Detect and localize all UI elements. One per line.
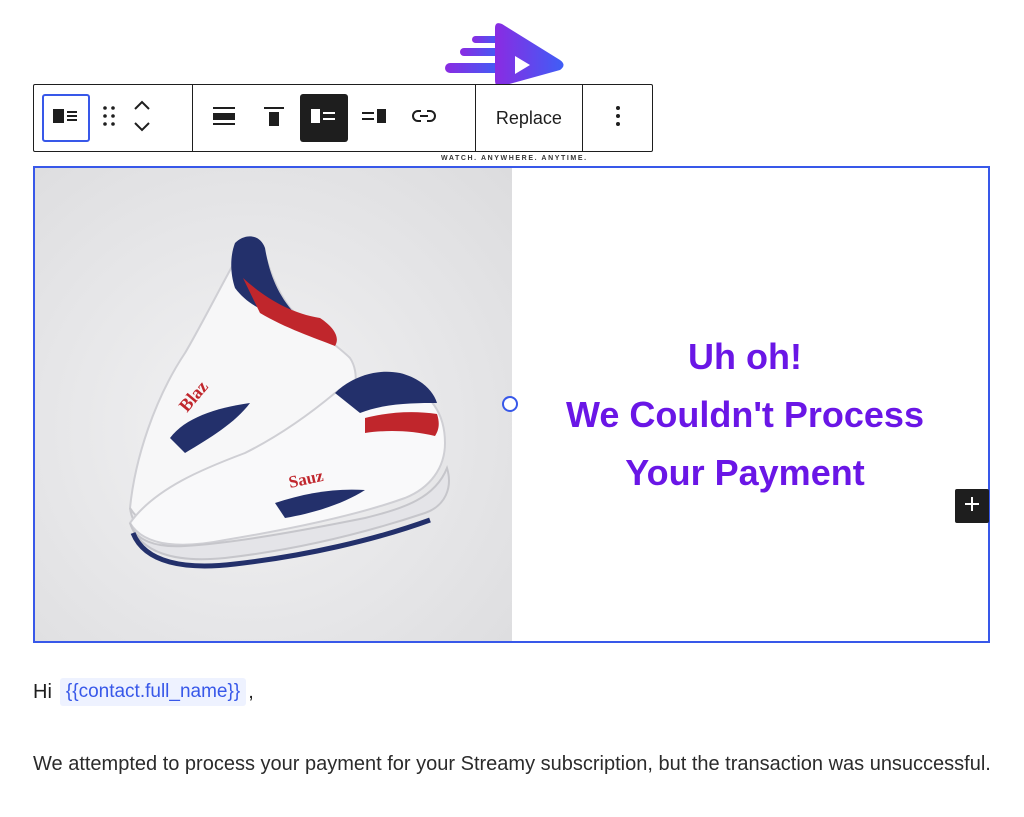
more-options-button[interactable]	[594, 94, 642, 142]
drag-handle[interactable]	[92, 94, 126, 142]
sneakers-image[interactable]: Blaz Sauz	[35, 168, 512, 641]
move-down-icon	[133, 120, 151, 138]
greeting-prefix: Hi	[33, 680, 52, 703]
media-text-block-button[interactable]	[42, 94, 90, 142]
merge-tag-contact-name[interactable]: {{contact.full_name}}	[59, 678, 247, 706]
greeting-suffix: ,	[248, 680, 254, 703]
more-options-icon	[615, 105, 621, 132]
move-up-button[interactable]	[133, 96, 151, 118]
align-icon	[212, 105, 236, 132]
media-on-right-icon	[361, 107, 387, 130]
heading-line-3: Your Payment	[625, 452, 865, 493]
vertical-align-button[interactable]	[250, 94, 298, 142]
move-buttons	[133, 96, 151, 140]
heading-line-1: Uh oh!	[688, 336, 802, 377]
move-up-icon	[133, 98, 151, 116]
move-down-button[interactable]	[133, 118, 151, 140]
align-button[interactable]	[200, 94, 248, 142]
resize-handle[interactable]	[502, 396, 518, 412]
block-toolbar: Replace	[33, 84, 653, 152]
toolbar-group-replace: Replace	[474, 85, 583, 151]
greeting-paragraph[interactable]: Hi {{contact.full_name}} ,	[33, 678, 254, 706]
media-text-block[interactable]: Blaz Sauz Uh oh! We Couldn't Process You…	[33, 166, 990, 643]
streamy-logo	[440, 18, 570, 88]
media-text-block-icon	[53, 107, 79, 130]
media-on-right-button[interactable]	[350, 94, 398, 142]
replace-button[interactable]: Replace	[484, 108, 574, 129]
heading-line-2: We Couldn't Process	[566, 394, 924, 435]
vertical-align-top-icon	[263, 105, 285, 132]
toolbar-group-layout	[191, 85, 475, 151]
drag-handle-icon	[102, 105, 116, 132]
toolbar-group-options	[582, 85, 652, 151]
link-icon	[411, 108, 437, 129]
body-paragraph[interactable]: We attempted to process your payment for…	[33, 745, 1003, 783]
add-block-button[interactable]	[955, 489, 989, 523]
payment-failed-heading[interactable]: Uh oh! We Couldn't Process Your Payment	[530, 328, 960, 502]
toolbar-group-block	[34, 85, 192, 151]
plus-icon	[964, 496, 980, 517]
media-on-left-button[interactable]	[299, 94, 348, 142]
logo-tagline: WATCH. ANYWHERE. ANYTIME.	[441, 155, 588, 162]
link-button[interactable]	[400, 94, 448, 142]
media-on-left-icon	[310, 107, 337, 130]
